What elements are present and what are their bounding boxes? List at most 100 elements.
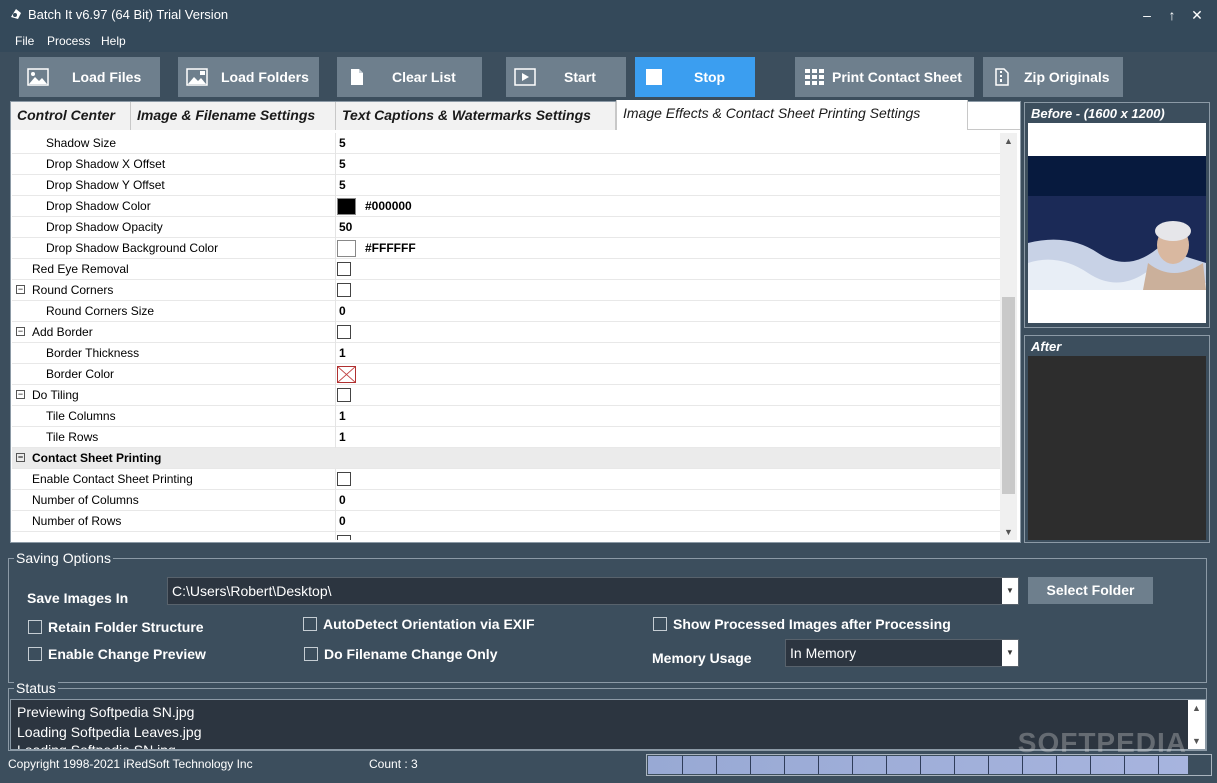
print-contact-sheet-button[interactable]: Print Contact Sheet [795,57,974,97]
property-row: Drop Shadow Opacity 50 [12,217,1000,238]
property-row: Tile Columns 1 [12,406,1000,427]
checkbox-icon[interactable] [28,620,42,634]
property-checkbox[interactable] [337,535,351,540]
grid-icon [805,69,824,85]
scroll-up-icon[interactable]: ▲ [1004,136,1013,146]
property-value[interactable]: 0 [339,304,346,318]
close-button[interactable]: ✕ [1186,4,1208,26]
checkbox-icon[interactable] [303,617,317,631]
saving-options-legend: Saving Options [14,550,113,566]
autodetect-orientation-checkbox[interactable]: AutoDetect Orientation via EXIF [303,616,583,634]
property-row: − Round Corners [12,280,1000,301]
after-preview-title: After [1031,339,1062,354]
settings-panel: Control Center Image & Filename Settings… [10,100,1021,543]
empty-color-icon[interactable] [337,366,356,383]
scroll-up-icon[interactable]: ▲ [1192,703,1201,713]
status-line: Loading Softpedia SN.jpg [17,742,176,750]
preview-image-icon [1028,123,1206,323]
property-row: Tile Rows 1 [12,427,1000,448]
color-swatch[interactable] [337,198,356,215]
load-folders-button[interactable]: Load Folders [178,57,319,97]
show-processed-images-checkbox[interactable]: Show Processed Images after Processing [653,616,993,634]
property-value[interactable]: 1 [339,346,346,360]
clear-list-button[interactable]: Clear List [337,57,482,97]
color-swatch[interactable] [337,240,356,257]
property-label: Do Tiling [32,388,79,402]
property-grid-scrollbar[interactable]: ▲ ▼ [1000,133,1017,540]
section-label: Contact Sheet Printing [32,451,162,465]
start-button[interactable]: Start [506,57,626,97]
collapse-toggle[interactable]: − [16,453,25,462]
collapse-toggle[interactable]: − [16,327,25,336]
property-label: Enable Contact Sheet Printing [32,472,193,486]
property-label: Round Corners [32,283,114,297]
menu-help[interactable]: Help [101,34,126,48]
chevron-down-icon[interactable]: ▼ [1002,578,1018,604]
stop-button[interactable]: Stop [635,57,755,97]
menu-process[interactable]: Process [47,34,90,48]
enable-change-preview-checkbox[interactable]: Enable Change Preview [28,646,248,664]
checkbox-icon[interactable] [304,647,318,661]
minimize-button[interactable]: – [1136,4,1158,26]
memory-usage-select[interactable]: In Memory ▼ [785,639,1019,667]
property-value[interactable]: 50 [339,220,352,234]
property-row: − Do Tiling [12,385,1000,406]
tab-image-filename-settings[interactable]: Image & Filename Settings [131,102,336,130]
property-label: Drop Shadow X Offset [46,157,166,171]
scroll-down-icon[interactable]: ▼ [1192,736,1201,746]
file-count: Count : 3 [369,757,418,771]
property-value[interactable]: 5 [339,157,346,171]
retain-folder-structure-checkbox[interactable]: Retain Folder Structure [28,619,248,637]
property-row: − Add Border [12,322,1000,343]
scroll-down-icon[interactable]: ▼ [1004,527,1013,537]
progress-segment-divider [1090,756,1091,774]
clear-list-label: Clear List [392,69,456,85]
property-label: Drop Shadow Y Offset [46,178,165,192]
checkbox-icon[interactable] [28,647,42,661]
property-value[interactable]: 1 [339,430,346,444]
property-checkbox[interactable] [337,472,351,486]
property-checkbox[interactable] [337,283,351,297]
property-row: Drop Shadow Y Offset 5 [12,175,1000,196]
do-filename-change-only-checkbox[interactable]: Do Filename Change Only [304,646,544,664]
zip-originals-label: Zip Originals [1024,69,1110,85]
property-value[interactable]: 1 [339,409,346,423]
color-hex: #FFFFFF [365,241,416,255]
property-label: Tile Rows [46,430,99,444]
status-scrollbar[interactable]: ▲ ▼ [1188,700,1205,749]
property-checkbox[interactable] [337,388,351,402]
property-checkbox[interactable] [337,325,351,339]
zip-originals-button[interactable]: Zip Originals [983,57,1123,97]
progress-segment-divider [1022,756,1023,774]
property-label: Red Eye Removal [32,262,129,276]
property-value[interactable]: 0 [339,493,346,507]
chevron-down-icon[interactable]: ▼ [1002,640,1018,666]
progress-segment-divider [954,756,955,774]
color-hex: #000000 [365,199,412,213]
maximize-button[interactable]: ↑ [1161,4,1183,26]
progress-bar [646,754,1212,776]
menu-file[interactable]: File [15,34,34,48]
tab-image-effects-contact-sheet[interactable]: Image Effects & Contact Sheet Printing S… [616,100,968,130]
property-checkbox[interactable] [337,262,351,276]
property-value[interactable]: 5 [339,136,346,150]
document-icon [351,69,363,85]
property-value[interactable]: 0 [339,514,346,528]
property-row: Drop Shadow X Offset 5 [12,154,1000,175]
collapse-toggle[interactable]: − [16,285,25,294]
tab-strip: Control Center Image & Filename Settings… [11,100,1020,130]
collapse-toggle[interactable]: − [16,390,25,399]
select-folder-button[interactable]: Select Folder [1028,577,1153,604]
folder-image-icon [186,68,208,86]
tab-text-captions-watermarks[interactable]: Text Captions & Watermarks Settings [336,102,616,130]
load-files-button[interactable]: Load Files [19,57,160,97]
property-row: Border Color [12,364,1000,385]
property-value[interactable]: 5 [339,178,346,192]
progress-segment-divider [1124,756,1125,774]
checkbox-icon[interactable] [653,617,667,631]
save-path-combo[interactable]: C:\Users\Robert\Desktop\ ▼ [167,577,1019,605]
tab-control-center[interactable]: Control Center [11,102,131,130]
property-row: Red Eye Removal [12,259,1000,280]
after-preview: After [1024,335,1210,543]
scroll-thumb[interactable] [1002,297,1015,494]
